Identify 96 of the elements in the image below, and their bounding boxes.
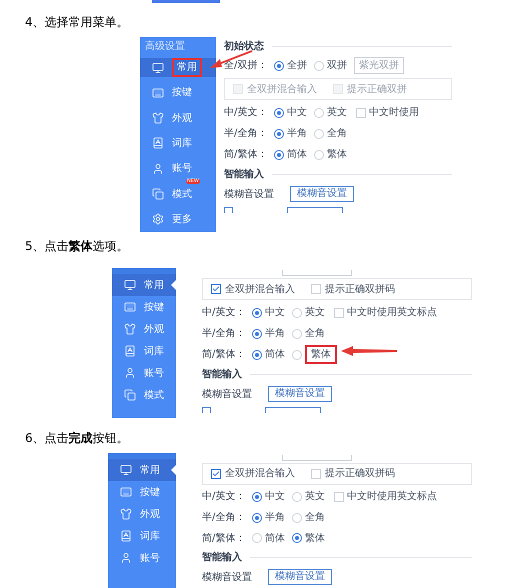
field-label: 中/英文： (202, 490, 246, 504)
option-label[interactable]: 繁体 (305, 345, 337, 364)
pointer-arrow (341, 346, 397, 356)
checkbox[interactable] (224, 207, 233, 213)
keyboard-icon (152, 86, 164, 99)
shirt-icon (152, 112, 164, 124)
option-label[interactable]: 提示正确双拼码 (325, 466, 395, 482)
option-label[interactable]: 简体 (287, 147, 307, 162)
user-icon (120, 552, 132, 564)
option-label[interactable]: 英文 (305, 489, 325, 504)
shirt-icon (124, 323, 136, 335)
monitor-icon (152, 62, 164, 74)
keyboard-icon (120, 486, 132, 498)
copy-icon (124, 389, 136, 401)
book-icon (152, 137, 164, 150)
radio-button[interactable] (252, 308, 262, 318)
user-icon (152, 162, 164, 175)
sidebar-item[interactable]: 常用 (140, 58, 216, 78)
checkbox[interactable] (211, 284, 221, 294)
book-icon (120, 530, 132, 542)
check-icon (212, 285, 220, 293)
monitor-icon (124, 279, 136, 291)
option-label[interactable]: 中文时使用英文标点 (347, 305, 437, 320)
selection-notch (171, 280, 176, 290)
radio-button[interactable] (274, 150, 284, 160)
book-icon (124, 345, 136, 357)
settings-icon (152, 213, 164, 226)
fuzzy-sound-button[interactable]: 模糊音设置 (268, 386, 332, 402)
option-label[interactable]: 繁体 (327, 147, 347, 162)
field-label: 全/双拼： (224, 59, 268, 73)
button-edge[interactable] (287, 207, 343, 213)
option-label[interactable]: 中文 (287, 105, 307, 120)
option-label[interactable]: 繁体 (305, 530, 325, 546)
option-label[interactable]: 英文 (305, 305, 325, 320)
field-label: 简/繁体： (224, 148, 268, 162)
option-label[interactable]: 全双拼混合输入 (225, 282, 295, 296)
radio-button[interactable] (292, 533, 302, 544)
radio-button[interactable] (274, 60, 284, 70)
field-label: 半/全角： (224, 126, 268, 141)
field-label: 模糊音设置 (224, 188, 275, 202)
option-label[interactable]: 全角 (305, 326, 325, 341)
option-label[interactable]: 全拼 (287, 58, 307, 73)
sidebar-title: 高级设置 (145, 40, 185, 54)
image-edge (152, 0, 220, 3)
radio-button[interactable] (274, 108, 284, 118)
field-label: 简/繁体： (202, 532, 246, 546)
step-text: 6、点击完成按钮。 (24, 430, 130, 446)
selection-notch (171, 465, 176, 475)
option-label[interactable]: 半角 (265, 326, 285, 341)
button-edge[interactable] (265, 407, 321, 413)
field-label: 半/全角： (202, 510, 246, 526)
field-label: 中/英文： (202, 306, 246, 320)
sidebar-item[interactable]: 常用 (108, 459, 176, 481)
section-heading: 初始状态 (224, 39, 264, 54)
checkbox[interactable] (211, 468, 221, 479)
option-label[interactable]: 中文时使用 (369, 105, 419, 120)
option-label[interactable]: 半角 (265, 510, 285, 526)
radio-button[interactable] (252, 492, 262, 502)
field-edge (282, 454, 352, 461)
option-label[interactable]: 提示正确双拼码 (325, 282, 395, 296)
monitor-icon (120, 464, 132, 476)
section-heading: 智能输入 (224, 168, 264, 182)
radio-button[interactable] (252, 512, 262, 523)
radio-button[interactable] (252, 328, 262, 338)
option-label[interactable]: 全双拼混合输入 (225, 466, 295, 482)
field-edge (282, 270, 352, 276)
option-label[interactable]: 英文 (327, 105, 347, 120)
fuzzy-sound-button[interactable]: 模糊音设置 (290, 186, 354, 202)
option-label[interactable]: 简体 (265, 347, 285, 362)
copy-icon (152, 188, 164, 200)
field-label: 模糊音设置 (202, 388, 253, 402)
fuzzy-sound-button[interactable]: 模糊音设置 (268, 569, 332, 586)
section-heading: 智能输入 (202, 368, 242, 382)
option-label[interactable]: 中文时使用英文标点 (347, 489, 437, 504)
option-label[interactable]: 简体 (265, 530, 285, 546)
option-label[interactable]: 半角 (287, 126, 307, 141)
section-heading: 智能输入 (202, 550, 242, 565)
field-label: 半/全角： (202, 326, 246, 341)
option-label[interactable]: 中文 (265, 305, 285, 320)
field-label: 中/英文： (224, 106, 268, 120)
step-text: 4、选择常用菜单。 (24, 14, 130, 30)
step-text: 5、点击繁体选项。 (24, 238, 130, 254)
field-label: 简/繁体： (202, 348, 246, 362)
option-label[interactable]: 全角 (305, 510, 325, 526)
field-label: 模糊音设置 (202, 570, 253, 585)
checkbox[interactable] (202, 407, 211, 413)
option-label[interactable]: 全角 (327, 126, 347, 141)
sidebar-item[interactable]: 常用 (112, 274, 176, 296)
radio-button[interactable] (274, 128, 284, 138)
keyboard-icon (124, 301, 136, 313)
check-icon (212, 470, 220, 478)
user-icon (124, 367, 136, 379)
radio-button[interactable] (252, 350, 262, 360)
shirt-icon (120, 508, 132, 520)
option-label[interactable]: 中文 (265, 489, 285, 504)
option-label[interactable]: 双拼 (327, 58, 347, 73)
